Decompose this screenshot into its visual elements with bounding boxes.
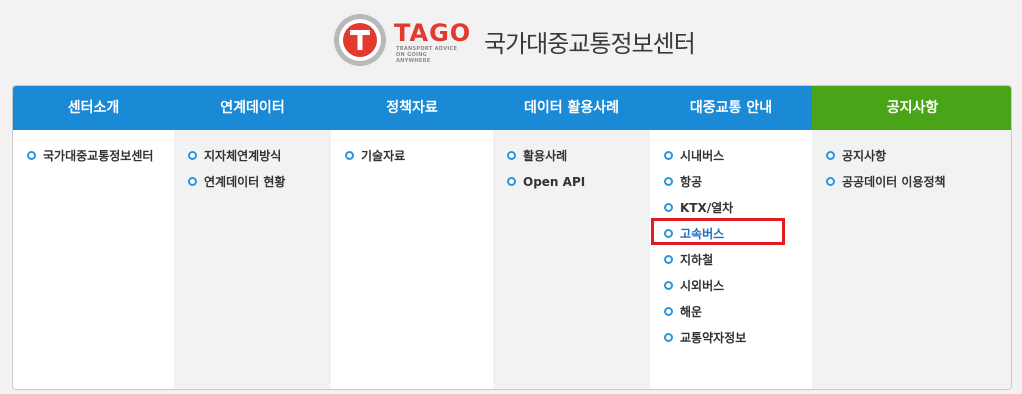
bullet-icon [664, 203, 673, 212]
site-header: TAGO TRANSPORT ADVICE ON GOING ANYWHERE … [0, 0, 1022, 85]
submenu-item-intercity-bus[interactable]: 시외버스 [650, 278, 812, 304]
bullet-icon [664, 333, 673, 342]
submenu-item-subway[interactable]: 지하철 [650, 252, 812, 278]
bullet-icon [27, 151, 36, 160]
submenu-notices: 공지사항 공공데이터 이용정책 [812, 130, 1011, 389]
submenu-center-intro: 국가대중교통정보센터 [13, 130, 174, 389]
tago-logo[interactable]: TAGO TRANSPORT ADVICE ON GOING ANYWHERE [330, 10, 480, 70]
tab-notices[interactable]: 공지사항 [812, 86, 1011, 130]
submenu-item-city-bus[interactable]: 시내버스 [650, 148, 812, 174]
bullet-icon [664, 177, 673, 186]
submenu-linked-data: 지자체연계방식 연계데이터 현황 [174, 130, 331, 389]
submenu-item[interactable]: 활용사례 [493, 148, 650, 174]
submenu-item-air[interactable]: 항공 [650, 174, 812, 200]
tab-data-use-cases[interactable]: 데이터 활용사례 [493, 86, 650, 130]
bullet-icon [826, 151, 835, 160]
bullet-icon [507, 177, 516, 186]
submenu-item[interactable]: 기술자료 [331, 148, 493, 174]
bullet-icon [188, 151, 197, 160]
mega-menu: 센터소개 연계데이터 정책자료 데이터 활용사례 대중교통 안내 공지사항 국가… [12, 85, 1012, 390]
site-title: 국가대중교통정보센터 [484, 30, 696, 58]
logo-tagline: TRANSPORT ADVICE ON GOING ANYWHERE [396, 46, 458, 64]
main-nav: 센터소개 연계데이터 정책자료 데이터 활용사례 대중교통 안내 공지사항 [13, 86, 1011, 130]
power-logo-icon [334, 14, 386, 66]
tab-policy-docs[interactable]: 정책자료 [331, 86, 493, 130]
bullet-icon [507, 151, 516, 160]
tab-linked-data[interactable]: 연계데이터 [174, 86, 331, 130]
submenu-item[interactable]: 국가대중교통정보센터 [13, 148, 174, 174]
bullet-icon [664, 151, 673, 160]
bullet-icon [345, 151, 354, 160]
bullet-icon [826, 177, 835, 186]
submenu-item-ferry[interactable]: 해운 [650, 304, 812, 330]
submenu-data-use-cases: 활용사례 Open API [493, 130, 650, 389]
highlight-box [651, 218, 785, 245]
bullet-icon [188, 177, 197, 186]
submenu-item[interactable]: Open API [493, 174, 650, 200]
submenu-item[interactable]: 지자체연계방식 [174, 148, 331, 174]
bullet-icon [664, 255, 673, 264]
tab-center-intro[interactable]: 센터소개 [13, 86, 174, 130]
submenu-item[interactable]: 공지사항 [812, 148, 1011, 174]
submenu-item-accessibility[interactable]: 교통약자정보 [650, 330, 812, 356]
submenu-transit-guide: 시내버스 항공 KTX/열차 고속버스 지하철 시외버스 해운 교통약자정보 [650, 130, 812, 389]
logo-wordmark: TAGO [394, 19, 472, 47]
submenu-item[interactable]: 공공데이터 이용정책 [812, 174, 1011, 200]
submenu-item[interactable]: 연계데이터 현황 [174, 174, 331, 200]
bullet-icon [664, 307, 673, 316]
bullet-icon [664, 281, 673, 290]
tab-transit-guide[interactable]: 대중교통 안내 [650, 86, 812, 130]
submenu-policy-docs: 기술자료 [331, 130, 493, 389]
